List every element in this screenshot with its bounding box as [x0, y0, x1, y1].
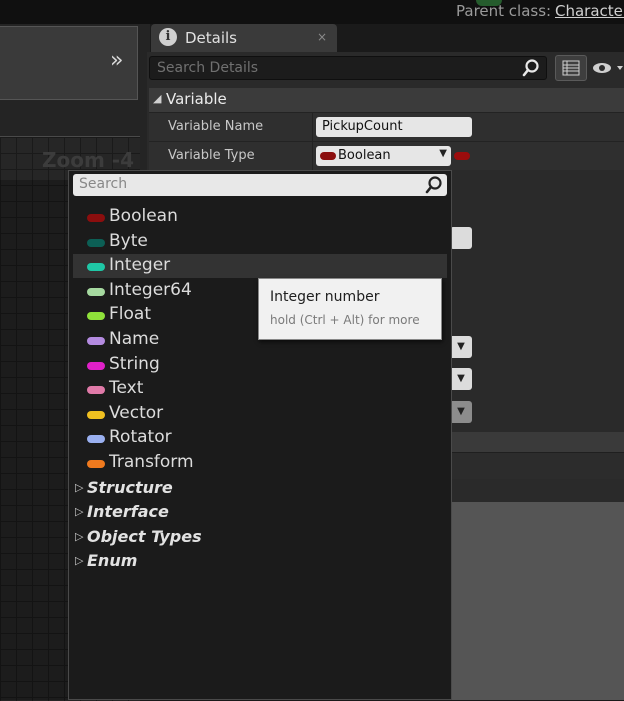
type-option-text[interactable]: Text — [73, 377, 447, 401]
parent-class-label: Parent class: — [456, 2, 552, 20]
type-option-label: Vector — [109, 402, 164, 423]
type-option-label: Boolean — [109, 206, 178, 226]
variable-type-value: Boolean — [338, 148, 391, 163]
panel-strip — [452, 452, 624, 479]
pin-color-icon — [87, 238, 105, 247]
pin-color-icon — [87, 435, 105, 444]
container-type-button[interactable] — [454, 152, 470, 160]
pin-color-icon — [87, 287, 105, 296]
expand-arrow-icon: ▷ — [75, 505, 84, 519]
pin-color-icon — [87, 460, 105, 468]
variable-type-combo[interactable]: Boolean ▼ — [316, 146, 451, 166]
pin-color-icon — [87, 214, 105, 222]
type-search-input[interactable]: Search — [73, 174, 447, 196]
type-option-string[interactable]: String — [73, 353, 447, 377]
type-option-vector[interactable]: Vector — [73, 402, 447, 426]
pin-color-icon — [87, 263, 105, 272]
type-option-rotator[interactable]: Rotator — [73, 426, 447, 450]
pin-color-icon — [87, 337, 105, 345]
type-option-label: Rotator — [109, 427, 172, 448]
chevron-down-icon: ▼ — [439, 148, 447, 159]
preview-area — [452, 502, 624, 700]
expand-arrow-icon: ▷ — [75, 480, 84, 494]
view-options-button[interactable] — [555, 55, 587, 81]
type-option-label: Name — [109, 329, 160, 349]
category-label: Structure — [87, 477, 173, 497]
section-header-variable[interactable]: ◢ Variable — [149, 88, 624, 112]
tooltip: Integer number hold (Ctrl + Alt) for mor… — [258, 278, 442, 340]
tab-title: Details — [185, 29, 238, 47]
search-placeholder: Search Details — [157, 60, 259, 76]
tooltip-title: Integer number — [270, 289, 380, 305]
category-label: Interface — [87, 502, 169, 522]
type-option-label: Text — [109, 378, 144, 399]
obscured-combo-disabled: ▼ — [450, 401, 472, 423]
category-structure[interactable]: ▷ Structure — [73, 476, 447, 500]
double-chevron-right-icon[interactable]: » — [110, 48, 123, 73]
category-object-types[interactable]: ▷ Object Types — [73, 525, 447, 549]
type-picker-dropdown: Search Boolean Byte Integer Integer64 Float N… — [68, 170, 452, 700]
type-option-label: String — [109, 353, 160, 374]
obscured-combo[interactable]: ▼ — [450, 368, 472, 390]
close-icon[interactable]: × — [317, 30, 327, 44]
obscured-input[interactable] — [450, 227, 472, 249]
panel-strip — [452, 432, 624, 452]
variable-name-field[interactable]: PickupCount — [316, 117, 472, 137]
search-icon — [425, 176, 442, 194]
type-option-label: Integer64 — [109, 279, 192, 300]
category-label: Enum — [87, 551, 138, 571]
category-enum[interactable]: ▷ Enum — [73, 549, 447, 573]
collapse-arrow-icon: ◢ — [153, 92, 162, 105]
type-option-label: Float — [109, 304, 151, 325]
expand-arrow-icon: ▷ — [75, 529, 84, 543]
search-icon — [522, 59, 539, 77]
expand-arrow-icon: ▷ — [75, 554, 84, 568]
section-title: Variable — [166, 90, 227, 108]
category-interface[interactable]: ▷ Interface — [73, 500, 447, 524]
type-option-label: Integer — [109, 255, 171, 276]
type-option-integer[interactable]: Integer — [73, 254, 447, 279]
parent-class-link[interactable]: Character — [555, 2, 624, 20]
pin-color-icon — [87, 410, 105, 419]
tab-details[interactable]: i Details × — [151, 24, 337, 52]
variable-type-label: Variable Type — [168, 148, 255, 163]
info-icon: i — [159, 28, 177, 46]
zoom-label: Zoom -4 — [42, 148, 135, 172]
title-bar: Parent class: Character — [0, 0, 624, 24]
pin-color-icon — [87, 361, 105, 370]
obscured-combo[interactable]: ▼ — [450, 336, 472, 358]
type-option-label: Transform — [109, 452, 194, 472]
type-option-transform[interactable]: Transform — [73, 451, 447, 475]
category-label: Object Types — [87, 526, 202, 546]
variable-name-label: Variable Name — [168, 119, 264, 134]
type-option-label: Byte — [109, 230, 148, 251]
tooltip-hint: hold (Ctrl + Alt) for more — [270, 313, 420, 327]
search-placeholder: Search — [79, 176, 128, 192]
eye-icon[interactable] — [592, 60, 624, 79]
type-option-byte[interactable]: Byte — [73, 230, 447, 254]
pin-color-icon — [87, 312, 105, 321]
list-grid-icon — [562, 60, 580, 76]
type-option-boolean[interactable]: Boolean — [73, 205, 447, 229]
details-search-input[interactable]: Search Details — [149, 56, 547, 80]
boolean-pin-icon — [320, 152, 336, 160]
pin-color-icon — [87, 386, 105, 395]
